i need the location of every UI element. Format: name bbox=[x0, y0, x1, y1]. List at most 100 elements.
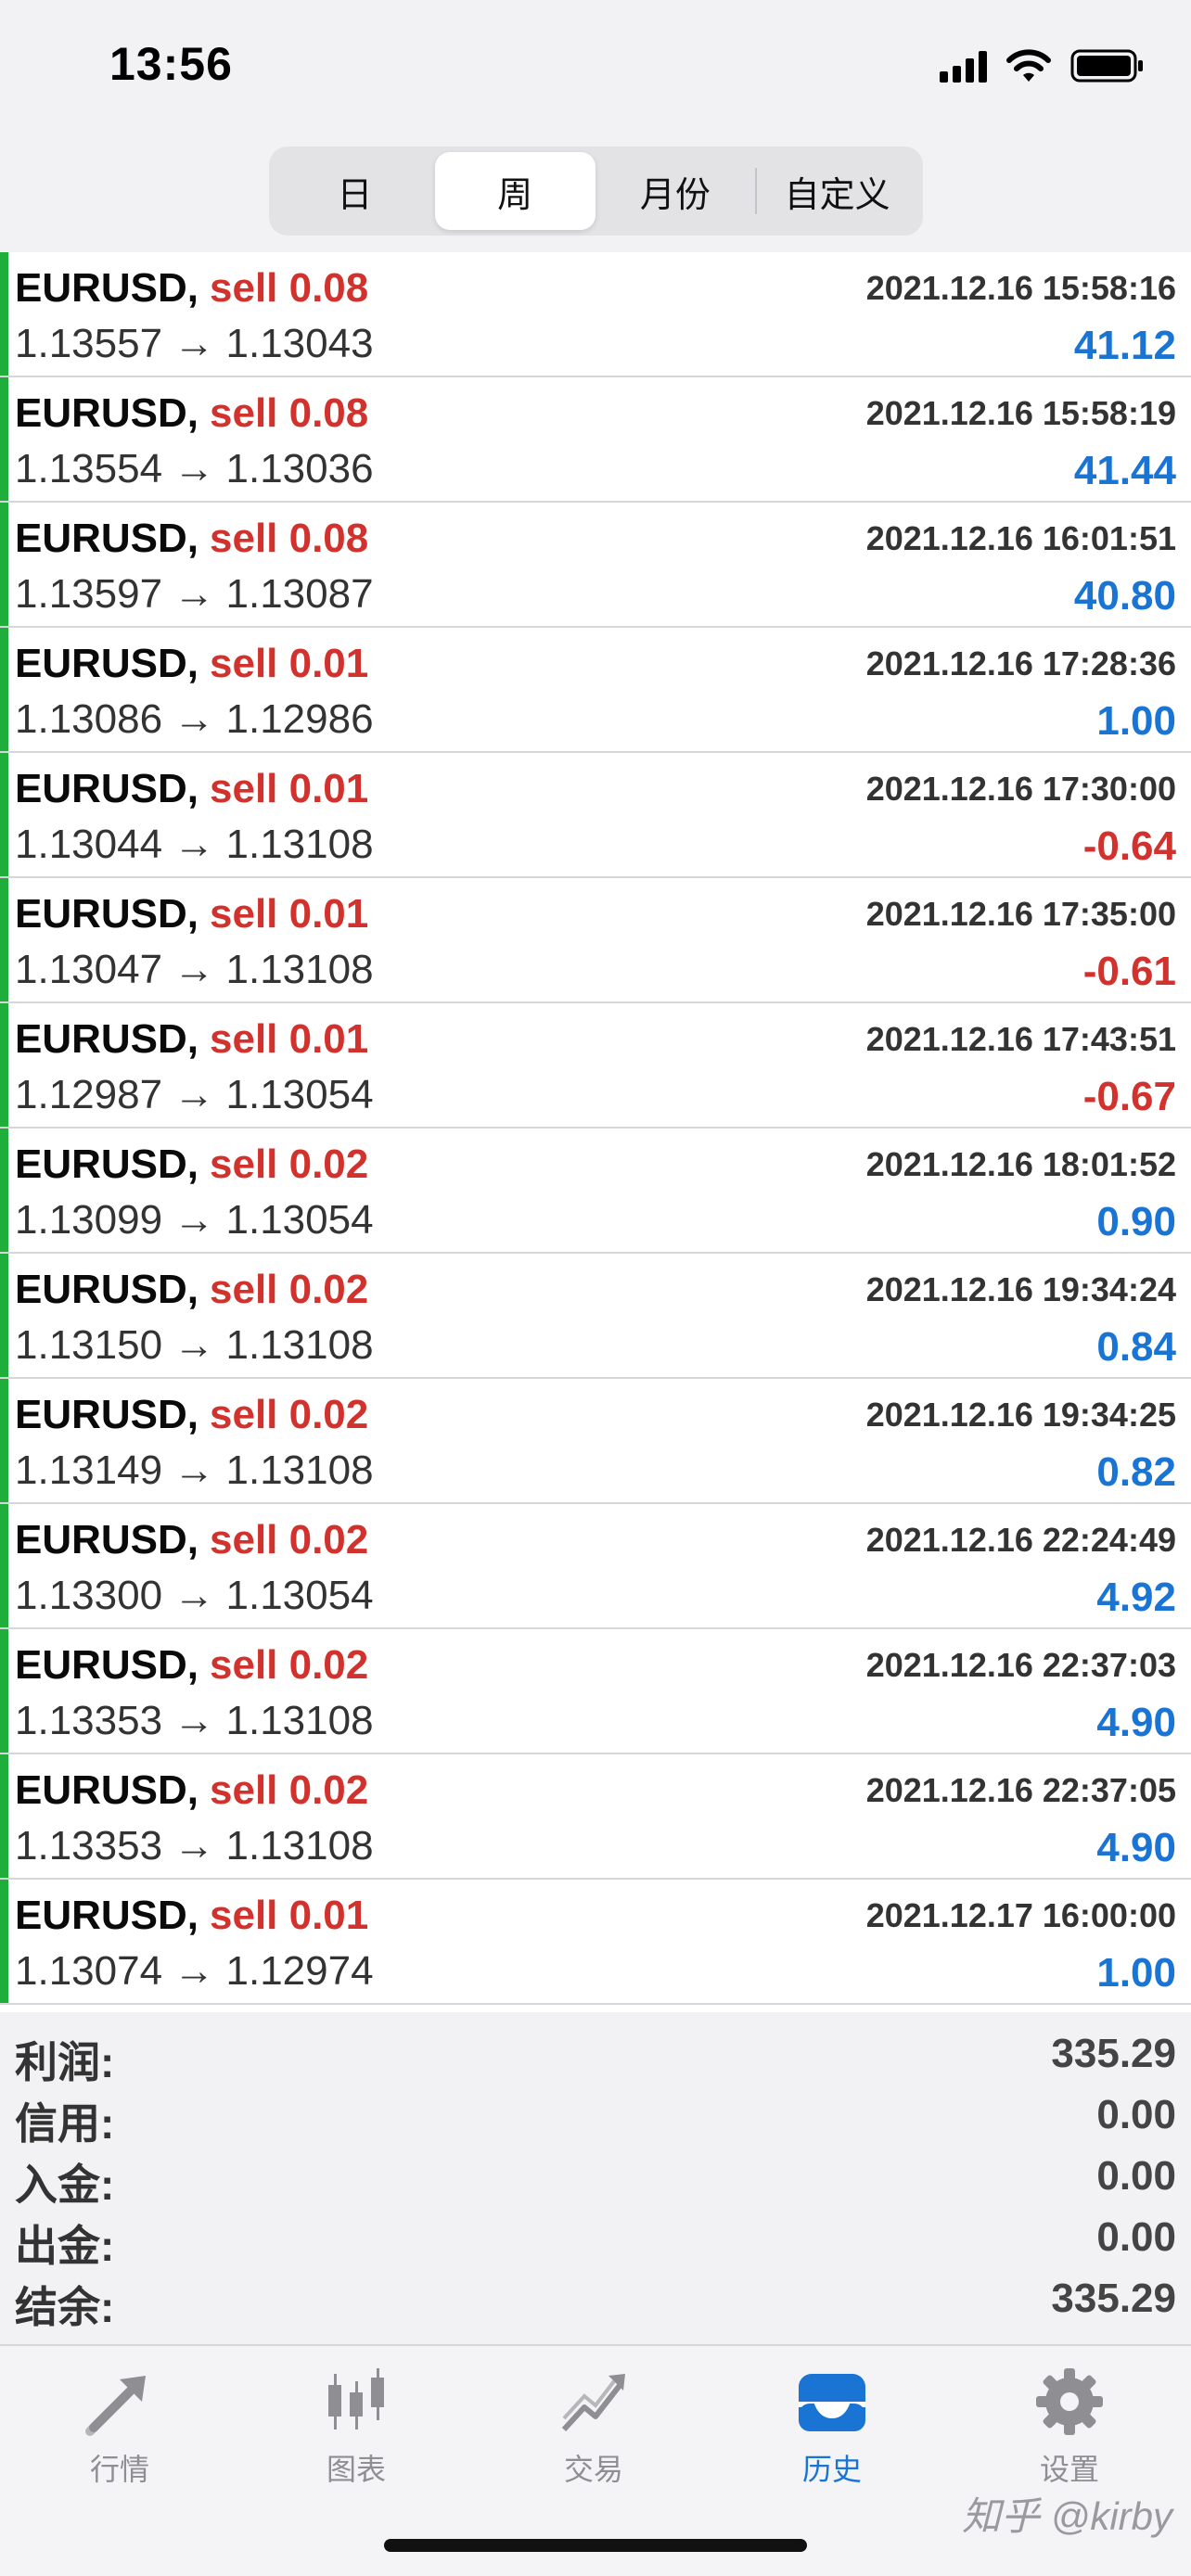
deal-profit: 0.90 bbox=[1096, 1199, 1176, 1244]
home-indicator[interactable] bbox=[384, 2539, 807, 2552]
deal-type: sell 0.08 bbox=[210, 390, 369, 436]
deal-profit: -0.64 bbox=[1082, 823, 1176, 869]
deal-row[interactable]: EURUSD, sell 0.02 2021.12.16 22:37:05 1.133… bbox=[0, 1754, 1191, 1880]
deal-row[interactable]: EURUSD, sell 0.08 2021.12.16 15:58:19 1.135… bbox=[0, 377, 1191, 503]
history-inbox-icon bbox=[799, 2374, 865, 2431]
summary-label: 利润: bbox=[15, 2038, 115, 2086]
deal-row[interactable]: EURUSD, sell 0.08 2021.12.16 15:58:16 1.135… bbox=[0, 252, 1191, 377]
deal-time: 2021.12.16 17:43:51 bbox=[865, 1020, 1176, 1058]
deal-profit: 1.00 bbox=[1096, 1950, 1176, 1996]
deal-time: 2021.12.16 15:58:16 bbox=[865, 269, 1176, 307]
deal-row[interactable]: EURUSD, sell 0.02 2021.12.16 19:34:25 1.131… bbox=[0, 1379, 1191, 1504]
deal-time: 2021.12.17 16:00:00 bbox=[865, 1896, 1176, 1934]
period-segmented-control: 日 周 月份 自定义 bbox=[269, 147, 923, 236]
deal-symbol: EURUSD, bbox=[15, 265, 199, 311]
deal-row[interactable]: EURUSD, sell 0.02 2021.12.16 22:37:03 1.133… bbox=[0, 1629, 1191, 1754]
account-summary: 利润: 335.29 信用: 0.00 入金: 0.00 出金: 0.00 结余: 335.29 bbox=[0, 2012, 1191, 2344]
deal-row[interactable]: EURUSD, sell 0.02 2021.12.16 19:34:24 1.131… bbox=[0, 1254, 1191, 1379]
summary-value: 335.29 bbox=[1051, 2276, 1176, 2321]
tab-custom[interactable]: 自定义 bbox=[757, 152, 917, 230]
deal-type: sell 0.01 bbox=[210, 766, 369, 811]
deal-time: 2021.12.16 19:34:25 bbox=[865, 1396, 1176, 1434]
deal-profit: 41.12 bbox=[1073, 323, 1176, 368]
tab-quotes[interactable]: 行情 bbox=[27, 2365, 212, 2494]
deal-prices: 1.13099 → 1.13054 bbox=[15, 1197, 374, 1243]
deal-symbol: EURUSD, bbox=[15, 1392, 199, 1437]
deal-profit: 4.90 bbox=[1096, 1700, 1176, 1745]
tab-day[interactable]: 日 bbox=[275, 152, 435, 230]
tab-label-trade: 交易 bbox=[563, 2453, 623, 2486]
deal-type: sell 0.02 bbox=[210, 1392, 369, 1437]
deal-prices: 1.13353 → 1.13108 bbox=[15, 1698, 374, 1743]
deal-row[interactable]: EURUSD, sell 0.02 2021.12.16 22:24:49 1.133… bbox=[0, 1504, 1191, 1629]
deal-time: 2021.12.16 17:35:00 bbox=[865, 895, 1176, 933]
deal-row[interactable]: EURUSD, sell 0.01 2021.12.16 17:43:51 1.129… bbox=[0, 1003, 1191, 1129]
deal-symbol: EURUSD, bbox=[15, 1016, 199, 1062]
tab-label-settings: 设置 bbox=[1039, 2453, 1099, 2486]
deal-prices: 1.13074 → 1.12974 bbox=[15, 1948, 374, 1994]
deal-row[interactable]: EURUSD, sell 0.01 2021.12.16 17:28:36 1.130… bbox=[0, 628, 1191, 753]
deal-type: sell 0.02 bbox=[210, 1267, 369, 1312]
deal-time: 2021.12.16 22:37:03 bbox=[865, 1646, 1176, 1684]
deal-type: sell 0.02 bbox=[210, 1767, 369, 1813]
deal-time: 2021.12.16 19:34:24 bbox=[865, 1270, 1176, 1308]
deal-time: 2021.12.16 22:37:05 bbox=[865, 1771, 1176, 1809]
summary-label: 入金: bbox=[15, 2161, 115, 2209]
deal-type: sell 0.02 bbox=[210, 1141, 369, 1187]
deal-prices: 1.13149 → 1.13108 bbox=[15, 1447, 374, 1493]
deal-symbol: EURUSD, bbox=[15, 1767, 199, 1813]
deal-symbol: EURUSD, bbox=[15, 516, 199, 561]
tab-trade[interactable]: 交易 bbox=[501, 2365, 686, 2494]
summary-row: 入金: 0.00 bbox=[0, 2146, 1191, 2209]
deal-profit: -0.61 bbox=[1082, 949, 1176, 994]
deal-time: 2021.12.16 22:24:49 bbox=[865, 1521, 1176, 1559]
deal-time: 2021.12.16 17:30:00 bbox=[865, 770, 1176, 808]
tab-month[interactable]: 月份 bbox=[596, 152, 756, 230]
tab-history[interactable]: 历史 bbox=[739, 2365, 925, 2494]
tab-week[interactable]: 周 bbox=[434, 152, 596, 230]
deal-row[interactable]: EURUSD, sell 0.02 2021.12.16 18:01:52 1.130… bbox=[0, 1129, 1191, 1254]
deal-profit: 40.80 bbox=[1073, 573, 1176, 618]
deal-type: sell 0.01 bbox=[210, 641, 369, 686]
tab-charts[interactable]: 图表 bbox=[263, 2365, 449, 2494]
tab-settings[interactable]: 设置 bbox=[977, 2365, 1162, 2494]
deal-row[interactable]: EURUSD, sell 0.01 2021.12.16 17:35:00 1.130… bbox=[0, 878, 1191, 1003]
deal-symbol: EURUSD, bbox=[15, 1267, 199, 1312]
deal-prices: 1.12987 → 1.13054 bbox=[15, 1072, 374, 1117]
quotes-arrows-icon bbox=[85, 2376, 146, 2436]
deal-row[interactable]: EURUSD, sell 0.01 2021.12.16 17:30:00 1.130… bbox=[0, 753, 1191, 878]
summary-row: 出金: 0.00 bbox=[0, 2207, 1191, 2270]
status-icons bbox=[940, 45, 1145, 87]
cellular-signal-icon bbox=[940, 49, 987, 83]
deal-type: sell 0.01 bbox=[210, 1016, 369, 1062]
tab-label-charts: 图表 bbox=[326, 2453, 386, 2486]
summary-value: 0.00 bbox=[1096, 2153, 1176, 2199]
summary-value: 335.29 bbox=[1051, 2031, 1176, 2076]
deal-symbol: EURUSD, bbox=[15, 891, 199, 937]
tab-label-quotes: 行情 bbox=[89, 2453, 149, 2486]
summary-row: 利润: 335.29 bbox=[0, 2023, 1191, 2086]
deal-profit: 1.00 bbox=[1096, 698, 1176, 744]
summary-label: 出金: bbox=[15, 2222, 115, 2270]
deal-prices: 1.13047 → 1.13108 bbox=[15, 947, 374, 992]
deal-profit: 41.44 bbox=[1073, 448, 1176, 493]
summary-row: 结余: 335.29 bbox=[0, 2268, 1191, 2331]
deal-row[interactable]: EURUSD, sell 0.01 2021.12.17 16:00:00 1.130… bbox=[0, 1880, 1191, 2005]
deal-prices: 1.13597 → 1.13087 bbox=[15, 571, 374, 617]
deal-profit: 4.92 bbox=[1096, 1575, 1176, 1620]
candlestick-chart-icon bbox=[328, 2368, 384, 2429]
deal-time: 2021.12.16 17:28:36 bbox=[865, 644, 1176, 682]
deal-history-list: EURUSD, sell 0.08 2021.12.16 15:58:16 1.135… bbox=[0, 252, 1191, 2005]
deal-time: 2021.12.16 18:01:52 bbox=[865, 1145, 1176, 1183]
deal-type: sell 0.02 bbox=[210, 1642, 369, 1688]
deal-type: sell 0.08 bbox=[210, 516, 369, 561]
deal-type: sell 0.02 bbox=[210, 1517, 369, 1562]
deal-row[interactable]: EURUSD, sell 0.08 2021.12.16 16:01:51 1.135… bbox=[0, 503, 1191, 628]
summary-row: 信用: 0.00 bbox=[0, 2085, 1191, 2148]
deal-prices: 1.13557 → 1.13043 bbox=[15, 321, 374, 366]
deal-symbol: EURUSD, bbox=[15, 641, 199, 686]
deal-prices: 1.13086 → 1.12986 bbox=[15, 696, 374, 742]
gear-icon bbox=[1036, 2368, 1103, 2435]
wifi-icon bbox=[1005, 48, 1052, 83]
deal-symbol: EURUSD, bbox=[15, 390, 199, 436]
